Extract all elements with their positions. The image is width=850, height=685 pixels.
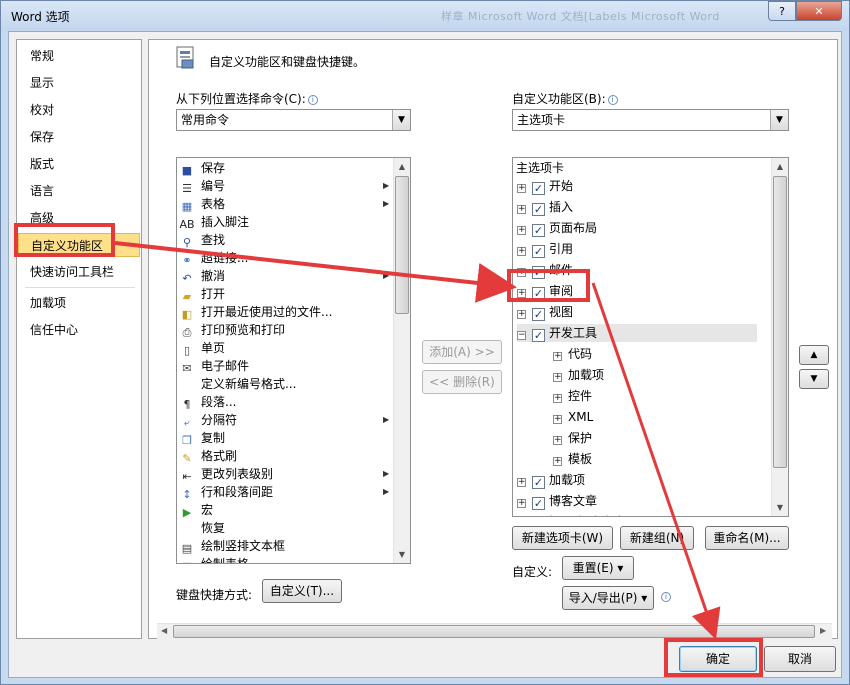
annotation-arrow-to-ok	[591, 282, 721, 640]
annotation-arrows	[114, 241, 721, 640]
annotation-arrow-to-review	[114, 241, 517, 303]
word-options-window: Word 选项 样章 Microsoft Word 文档[Labels Micr…	[0, 0, 850, 685]
